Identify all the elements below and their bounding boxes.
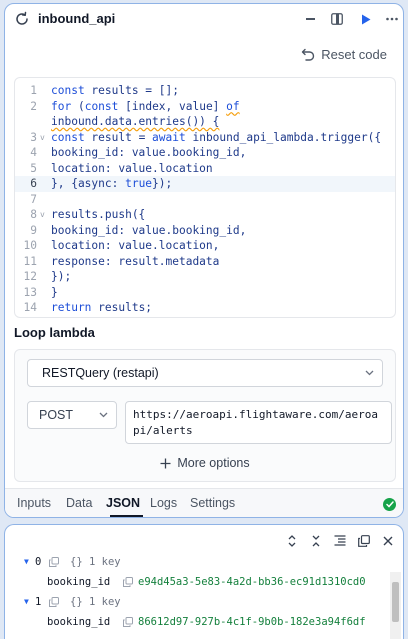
minimize-button[interactable] (301, 10, 319, 28)
chevron-down-icon (365, 370, 374, 376)
vertical-scrollbar[interactable] (390, 572, 401, 639)
code-line: 7 (15, 192, 395, 208)
code-line: 10 location: value.location, (15, 238, 395, 254)
active-tab-indicator (110, 515, 143, 517)
code-line: 3 v const result = await inbound_api_lam… (15, 130, 395, 146)
json-output-panel: ▼ 0 {} 1 key booking_id e94d45a3-5e83-4a… (4, 524, 404, 639)
loop-lambda-config: RESTQuery (restapi) POST https://aeroapi… (14, 349, 396, 482)
copy-icon[interactable] (49, 557, 59, 567)
expand-caret-icon[interactable]: ▼ (24, 597, 29, 606)
resource-select[interactable]: RESTQuery (restapi) (27, 359, 383, 387)
json-key: booking_id (47, 576, 111, 588)
json-index: 1 (35, 596, 42, 608)
http-method-value: POST (39, 408, 74, 422)
code-line: 12 }); (15, 269, 395, 285)
code-line: 11 response: result.metadata (15, 254, 395, 270)
query-panel: inbound_api Reset code 1 const results =… (4, 3, 404, 518)
minimize-icon (305, 18, 315, 20)
tab-logs[interactable]: Logs (150, 496, 177, 510)
resource-select-value: RESTQuery (restapi) (42, 366, 159, 380)
panel-title: inbound_api (38, 11, 116, 26)
play-icon (362, 14, 371, 24)
json-value: e94d45a3-5e83-4a2d-bb36-ec91d1310cd0 (138, 576, 366, 588)
code-line: 13 } (15, 285, 395, 301)
toggle-sidebar-button[interactable] (328, 10, 346, 28)
chevron-down-icon (99, 412, 108, 418)
loop-lambda-label: Loop lambda (14, 325, 95, 340)
line-number: 2 (30, 99, 37, 113)
reset-code-label: Reset code (321, 47, 387, 62)
expand-all-button[interactable] (284, 533, 299, 548)
json-value: 86612d97-927b-4c1f-9b0b-182e3a94f6df (138, 616, 366, 628)
line-number: 8 (30, 208, 37, 221)
chevrons-expand-icon (288, 534, 295, 547)
line-number: 1 (30, 84, 37, 97)
json-toolbar (284, 533, 395, 548)
tab-settings[interactable]: Settings (190, 496, 235, 510)
code-line: 14 return results; (15, 300, 395, 316)
copy-icon[interactable] (123, 577, 133, 587)
panel-layout-icon (331, 13, 343, 25)
loop-icon (16, 11, 28, 25)
line-number: 14 (23, 301, 37, 314)
code-line: 8 v results.push({ (15, 207, 395, 223)
json-array-item[interactable]: ▼ 1 {} 1 key (5, 594, 403, 611)
http-method-select[interactable]: POST (27, 401, 117, 429)
tab-json[interactable]: JSON (106, 496, 140, 510)
copy-icon (357, 534, 370, 547)
more-menu-button[interactable] (383, 10, 401, 28)
line-number: 7 (30, 192, 37, 206)
list-indent-icon (334, 535, 345, 546)
line-number: 6 (30, 177, 37, 190)
chevrons-collapse-icon (312, 535, 319, 546)
line-number: 13 (23, 285, 37, 299)
more-options-button[interactable]: More options (15, 456, 395, 470)
json-array-item[interactable]: ▼ 0 {} 1 key (5, 554, 403, 571)
line-number: 5 (30, 161, 37, 175)
expand-caret-icon[interactable]: ▼ (24, 557, 29, 566)
url-input[interactable]: https://aeroapi.flightaware.com/aeroapi/… (125, 401, 392, 444)
copy-icon[interactable] (123, 617, 133, 627)
code-line: 4 booking_id: value.booking_id, (15, 145, 395, 161)
undo-icon (302, 48, 315, 61)
code-editor[interactable]: 1 const results = []; 2 for (const [inde… (14, 77, 396, 318)
code-line-active: 6 }, {async: true}); (15, 176, 395, 192)
line-number: 3 (30, 130, 37, 144)
json-key: booking_id (47, 616, 111, 628)
json-object-summary: {} 1 key (70, 596, 121, 608)
code-line: 1 const results = []; (15, 83, 395, 99)
json-property-row: booking_id 86612d97-927b-4c1f-9b0b-182e3… (5, 614, 403, 631)
tab-inputs[interactable]: Inputs (17, 496, 51, 510)
ellipsis-icon (386, 17, 398, 21)
more-options-label: More options (177, 456, 250, 470)
close-icon (383, 536, 392, 545)
line-number: 11 (23, 254, 37, 268)
line-number: 10 (23, 239, 37, 252)
reset-code-button[interactable]: Reset code (301, 47, 387, 62)
code-line-wrap: inbound.data.entries()) { (51, 115, 220, 128)
code-line: 9 booking_id: value.booking_id, (15, 223, 395, 239)
plus-icon (160, 458, 171, 468)
json-index: 0 (35, 556, 42, 568)
scrollbar-thumb[interactable] (392, 582, 399, 622)
tab-bar: Inputs Data JSON Logs Settings (5, 488, 403, 517)
json-object-summary: {} 1 key (70, 556, 121, 568)
code-line: 5 location: value.location (15, 161, 395, 177)
copy-icon[interactable] (49, 597, 59, 607)
line-number: 4 (30, 146, 37, 159)
fold-chevron-icon[interactable]: v (40, 207, 45, 223)
close-output-button[interactable] (380, 533, 395, 548)
success-check-icon (383, 498, 396, 511)
json-property-row: booking_id e94d45a3-5e83-4a2d-bb36-ec91d… (5, 574, 403, 591)
line-number: 12 (23, 270, 37, 283)
collapse-all-button[interactable] (308, 533, 323, 548)
run-button[interactable] (357, 10, 375, 28)
copy-json-button[interactable] (356, 533, 371, 548)
tab-data[interactable]: Data (66, 496, 92, 510)
panel-header: inbound_api (5, 4, 403, 34)
line-number: 9 (30, 223, 37, 237)
code-line: 2 for (const [index, value] of (15, 99, 395, 115)
fold-chevron-icon[interactable]: v (40, 130, 45, 146)
indent-toggle-button[interactable] (332, 533, 347, 548)
